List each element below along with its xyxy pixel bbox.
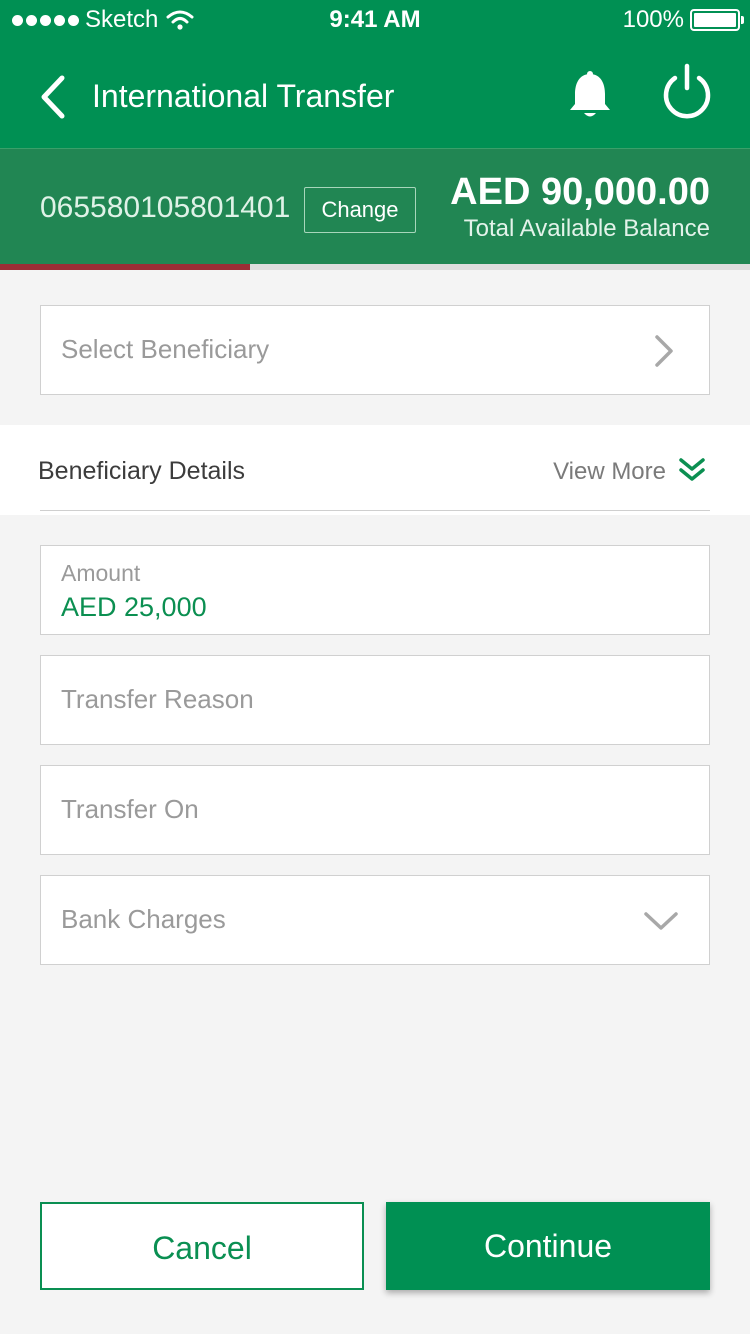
account-number: 065580105801401 (40, 191, 291, 224)
page-title: International Transfer (92, 78, 395, 114)
power-icon[interactable] (660, 62, 714, 120)
select-beneficiary-field[interactable]: Select Beneficiary (40, 305, 710, 395)
bell-icon[interactable] (566, 70, 614, 122)
transfer-on-placeholder: Transfer On (61, 794, 199, 824)
select-beneficiary-placeholder: Select Beneficiary (61, 334, 270, 364)
balance-label: Total Available Balance (463, 215, 710, 242)
transfer-on-field[interactable]: Transfer On (40, 765, 710, 855)
account-summary: 065580105801401 Change AED 90,000.00 Tot… (0, 148, 750, 264)
change-account-button[interactable]: Change (304, 187, 416, 233)
beneficiary-details-section: Beneficiary Details View More (0, 425, 750, 515)
view-more-link[interactable]: View More (553, 458, 666, 486)
chevron-right-icon (655, 335, 673, 367)
back-chevron-icon[interactable] (36, 74, 70, 120)
amount-label: Amount (61, 560, 141, 586)
amount-value: AED 25,000 (61, 592, 207, 622)
chevron-down-icon (644, 912, 678, 930)
beneficiary-details-title: Beneficiary Details (38, 457, 246, 485)
available-balance: AED 90,000.00 (450, 171, 710, 213)
battery-percent: 100% (622, 6, 684, 33)
double-chevron-down-icon[interactable] (678, 457, 706, 483)
status-bar: Sketch 9:41 AM 100% (0, 0, 750, 40)
transfer-reason-field[interactable]: Transfer Reason (40, 655, 710, 745)
transfer-reason-placeholder: Transfer Reason (61, 684, 254, 714)
battery-icon (690, 9, 744, 31)
cancel-button[interactable]: Cancel (40, 1202, 364, 1290)
amount-field[interactable]: Amount AED 25,000 (40, 545, 710, 635)
status-right: 100% (622, 6, 744, 34)
continue-button[interactable]: Continue (386, 1202, 710, 1290)
bank-charges-placeholder: Bank Charges (61, 904, 226, 934)
divider (40, 510, 710, 511)
step-progress-bar (0, 264, 750, 270)
bank-charges-select[interactable]: Bank Charges (40, 875, 710, 965)
step-progress-fill (0, 264, 250, 270)
nav-bar: International Transfer (0, 40, 750, 148)
